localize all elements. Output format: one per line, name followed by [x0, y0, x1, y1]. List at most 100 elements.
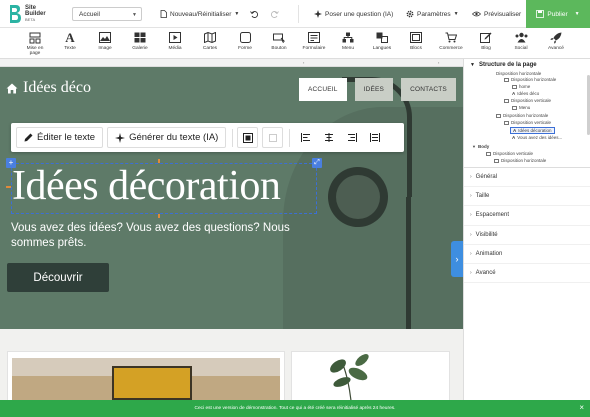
content-section[interactable]: [0, 329, 463, 400]
tool-image[interactable]: Image: [91, 31, 119, 51]
tool-text[interactable]: A Texte: [56, 29, 84, 52]
tree-item[interactable]: Disposition verticale: [504, 98, 551, 103]
image-card[interactable]: [7, 351, 285, 400]
tool-menu[interactable]: Menu: [334, 31, 362, 51]
tool-advanced[interactable]: Avancé: [542, 31, 570, 51]
tree-item-selected[interactable]: A Idées décoration: [510, 127, 555, 134]
layout-icon: [504, 77, 509, 82]
chevron-right-icon: ›: [470, 270, 472, 277]
tree-item-label: Vous avez des idées...: [517, 135, 563, 140]
image-card[interactable]: [291, 351, 450, 400]
tool-maps[interactable]: Cartes: [196, 31, 224, 51]
publish-button[interactable]: Publier ▼: [526, 0, 590, 28]
property-sections: › Général › Taille › Espacement › Visibilité…: [464, 167, 590, 284]
structure-tree[interactable]: Disposition horizontale Disposition hori…: [464, 71, 590, 173]
tool-blocks[interactable]: Blocs: [402, 31, 430, 51]
tree-item[interactable]: Disposition horizontale: [504, 77, 556, 82]
tree-item-label: home: [519, 84, 531, 89]
social-icon: [507, 31, 535, 44]
demo-banner-text: Ceci est une version de démonstration. T…: [194, 406, 396, 411]
sparkle-icon: [314, 10, 322, 18]
chevron-down-icon: ▼: [472, 144, 476, 149]
hero-section[interactable]: Idées déco ACCUEIL IDÉES CONTACTS Éditer…: [0, 67, 463, 329]
panel-toggle-tab[interactable]: ›: [451, 241, 463, 277]
discover-button[interactable]: Découvrir: [7, 263, 109, 292]
close-icon[interactable]: ×: [579, 403, 584, 412]
app-logo[interactable]: Site Builder BETA: [0, 4, 64, 24]
preview-button[interactable]: Prévisualiser: [472, 0, 521, 28]
hero-title-selection[interactable]: Idées décoration + ⤢: [6, 158, 322, 214]
ruler-mark: ▪: [438, 60, 440, 65]
toolbar-divider: [298, 5, 299, 23]
new-reset-button[interactable]: Nouveau/Réinitialiser ▼: [160, 0, 239, 28]
ruler-mark: ▪: [303, 60, 305, 65]
tool-commerce[interactable]: Commerce: [437, 31, 465, 51]
align-center-button[interactable]: [319, 127, 339, 148]
nav-item-idees[interactable]: IDÉES: [354, 78, 394, 101]
hero-subtitle[interactable]: Vous avez des idées? Vous avez des quest…: [11, 221, 331, 251]
chevron-down-icon: ▼: [132, 12, 137, 18]
structure-panel-header[interactable]: ▼ Structure de la page: [464, 59, 590, 71]
tree-item[interactable]: Disposition verticale: [504, 120, 551, 125]
section-spacing[interactable]: › Espacement: [464, 206, 590, 226]
chevron-right-icon: ›: [470, 250, 472, 257]
border-style-button[interactable]: [262, 127, 284, 148]
tool-label: Image: [98, 46, 112, 51]
ask-question-label: Poser une question (IA): [325, 10, 394, 18]
section-size[interactable]: › Taille: [464, 187, 590, 207]
tool-social[interactable]: Social: [507, 31, 535, 51]
tool-media[interactable]: Média: [161, 31, 189, 51]
section-general[interactable]: › Général: [464, 168, 590, 188]
tool-form[interactable]: Formulaire: [300, 31, 328, 51]
tree-item[interactable]: Disposition horizontale: [494, 158, 546, 163]
tree-item[interactable]: Disposition horizontale: [496, 71, 541, 76]
tool-shape[interactable]: Forme: [231, 31, 259, 51]
gallery-icon: [126, 31, 154, 44]
image-icon: [91, 31, 119, 44]
settings-button[interactable]: Paramètres ▼: [406, 0, 459, 28]
text-icon: A: [65, 29, 75, 45]
tree-item[interactable]: A Idées déco: [512, 91, 539, 96]
tool-gallery[interactable]: Galerie: [126, 31, 154, 51]
edit-text-button[interactable]: Éditer le texte: [16, 127, 104, 148]
tree-item-label: Disposition horizontale: [496, 71, 542, 76]
blog-icon: [472, 31, 500, 44]
resize-handle-icon[interactable]: ⤢: [312, 158, 322, 168]
ask-question-button[interactable]: Poser une question (IA): [314, 0, 393, 28]
tree-item[interactable]: A Vous avez des idées...: [512, 135, 562, 140]
tree-item[interactable]: Menu: [512, 105, 530, 110]
editor-canvas[interactable]: Idées déco ACCUEIL IDÉES CONTACTS Éditer…: [0, 67, 463, 400]
undo-button[interactable]: [250, 0, 259, 28]
eye-icon: [472, 11, 481, 17]
tool-layout[interactable]: Mise en page: [21, 31, 49, 56]
nav-item-accueil[interactable]: ACCUEIL: [299, 78, 347, 101]
section-animation[interactable]: › Animation: [464, 245, 590, 264]
nav-item-label: IDÉES: [363, 86, 385, 93]
tool-blog[interactable]: Blog: [472, 31, 500, 51]
add-element-handle[interactable]: +: [6, 158, 16, 168]
section-advanced[interactable]: › Avancé: [464, 264, 590, 284]
nav-item-label: CONTACTS: [410, 86, 447, 93]
tool-button[interactable]: Bouton: [265, 31, 293, 51]
tree-item[interactable]: Disposition horizontale: [496, 113, 548, 118]
border-icon: [268, 133, 277, 142]
site-logo[interactable]: Idées déco: [6, 79, 91, 97]
align-right-button[interactable]: [342, 127, 362, 148]
tree-item[interactable]: Disposition verticale: [486, 151, 533, 156]
menu-icon: [512, 105, 517, 110]
section-visibility[interactable]: › Visibilité: [464, 226, 590, 245]
align-left-button[interactable]: [296, 127, 316, 148]
tree-item-label: Idées déco: [517, 91, 540, 96]
generate-text-button[interactable]: Générer du texte (IA): [107, 127, 227, 148]
nav-item-contacts[interactable]: CONTACTS: [401, 78, 456, 101]
tree-item[interactable]: ▼ Body: [472, 144, 489, 149]
page-select[interactable]: Accueil ▼: [72, 7, 142, 21]
tool-languages[interactable]: Langues: [368, 31, 396, 51]
tree-item-label: Body: [477, 144, 490, 149]
box-style-button[interactable]: [237, 127, 259, 148]
justify-button[interactable]: [365, 127, 385, 148]
hero-title[interactable]: Idées décoration: [12, 162, 281, 210]
tree-item-label: Disposition verticale: [493, 151, 534, 156]
redo-button[interactable]: [270, 0, 279, 28]
tree-item[interactable]: home: [512, 84, 530, 89]
